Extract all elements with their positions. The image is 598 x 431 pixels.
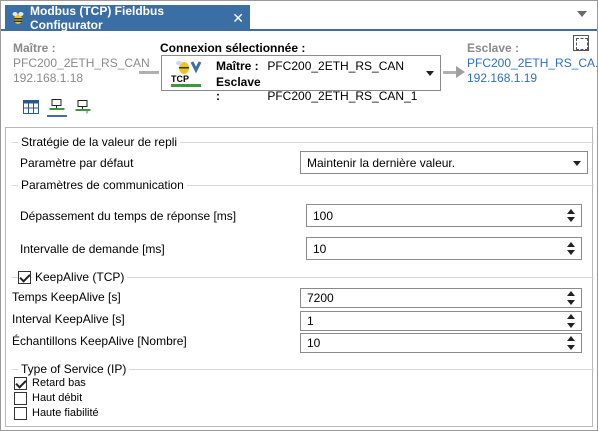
close-icon[interactable]: ✕ [232, 10, 244, 27]
slave-name[interactable]: PFC200_2ETH_RS_CA... [467, 56, 598, 71]
keepalive-time-value: 7200 [307, 291, 334, 305]
tos-low-delay-checkbox[interactable] [14, 377, 27, 390]
view-switcher [21, 97, 93, 117]
tos-low-delay-label: Retard bas [32, 377, 86, 389]
tcp-icon-text: TCP [171, 74, 189, 84]
fallback-title: Stratégie de la valeur de repli [18, 135, 181, 149]
interval-stepper[interactable]: 10 [306, 237, 582, 260]
chevron-down-icon[interactable] [426, 71, 434, 76]
spin-down-icon[interactable] [567, 300, 575, 305]
timeout-stepper[interactable]: 100 [306, 204, 582, 227]
tos-high-reliability-label: Haute fiabilité [32, 407, 99, 419]
tcp-connection-icon: TCP [171, 61, 202, 87]
selected-connection-label: Connexion sélectionnée : [160, 41, 306, 55]
selected-slave-key: Esclave : [216, 75, 261, 103]
keepalive-samples-value: 10 [307, 336, 321, 350]
communication-title: Paramètres de communication [18, 178, 187, 192]
spin-down-icon[interactable] [567, 217, 575, 222]
master-info: Maître : PFC200_2ETH_RS_CAN 192.168.1.18 [13, 41, 150, 86]
default-param-label: Paramètre par défaut [20, 156, 134, 170]
configurator-window: Modbus (TCP) Fieldbus Configurator ✕ Maî… [0, 0, 598, 431]
default-param-select[interactable]: Maintenir la dernière valeur. [300, 151, 588, 174]
selected-master-key: Maître : [216, 59, 259, 73]
tab-strip: Modbus (TCP) Fieldbus Configurator ✕ [1, 1, 597, 32]
interval-value: 10 [313, 241, 327, 256]
spin-up-icon[interactable] [567, 242, 575, 247]
connection-header: Maître : PFC200_2ETH_RS_CAN 192.168.1.18… [1, 33, 598, 129]
spin-up-icon[interactable] [567, 336, 575, 341]
connector-line-right [443, 71, 457, 74]
timeout-label: Dépassement du temps de réponse [ms] [20, 209, 237, 223]
master-name: PFC200_2ETH_RS_CAN [13, 56, 150, 70]
connection-selector[interactable]: TCP Maître : PFC200_2ETH_RS_CAN Esclave … [161, 55, 441, 103]
keepalive-title: KeepAlive (TCP) [32, 270, 128, 284]
spin-down-icon[interactable] [567, 250, 575, 255]
keepalive-interval-label: Interval KeepAlive [s] [12, 312, 125, 326]
keepalive-interval-value: 1 [307, 314, 314, 328]
arrow-right-icon [456, 66, 465, 78]
keepalive-checkbox[interactable] [18, 271, 31, 284]
tos-group: Type of Service (IP) [12, 362, 594, 425]
interval-label: Intervalle de demande [ms] [20, 242, 165, 256]
spin-up-icon[interactable] [567, 291, 575, 296]
tab-menu-chevron-icon[interactable] [577, 11, 587, 17]
tos-high-throughput-label: Haut débit [32, 392, 83, 404]
selected-master-row: Maître : PFC200_2ETH_RS_CAN [216, 59, 404, 73]
selected-master-value: PFC200_2ETH_RS_CAN [267, 59, 405, 73]
keepalive-samples-stepper[interactable]: 10 [300, 333, 582, 353]
table-view-icon[interactable] [21, 97, 41, 117]
connection-settings-view-icon[interactable] [47, 97, 67, 117]
tos-high-throughput-checkbox[interactable] [14, 392, 27, 405]
chevron-down-icon[interactable] [573, 161, 581, 166]
tab-title: Modbus (TCP) Fieldbus Configurator [30, 4, 164, 32]
keepalive-time-stepper[interactable]: 7200 [300, 288, 582, 308]
tos-high-reliability-checkbox[interactable] [14, 407, 27, 420]
default-param-value: Maintenir la dernière valeur. [307, 155, 456, 170]
timeout-value: 100 [313, 208, 334, 223]
keepalive-interval-stepper[interactable]: 1 [300, 311, 582, 331]
keepalive-samples-label: Échantillons KeepAlive [Nombre] [12, 334, 187, 348]
selected-slave-row: Esclave : PFC200_2ETH_RS_CAN_1 [216, 75, 417, 103]
maximize-icon[interactable] [573, 35, 589, 51]
settings-panel: Stratégie de la valeur de repli Paramètr… [5, 127, 594, 427]
slave-ip[interactable]: 192.168.1.19 [467, 71, 598, 86]
spin-up-icon[interactable] [567, 314, 575, 319]
keepalive-time-label: Temps KeepAlive [s] [12, 290, 121, 304]
bee-icon [12, 12, 24, 24]
spin-up-icon[interactable] [567, 209, 575, 214]
master-label: Maître : [13, 41, 56, 55]
connector-line-left [139, 71, 159, 74]
selected-slave-value: PFC200_2ETH_RS_CAN_1 [267, 89, 418, 103]
master-ip: 192.168.1.18 [13, 71, 84, 85]
spin-down-icon[interactable] [567, 345, 575, 350]
spin-down-icon[interactable] [567, 323, 575, 328]
network-view-icon[interactable] [73, 97, 93, 117]
tos-title: Type of Service (IP) [18, 362, 130, 376]
tab-modbus-configurator[interactable]: Modbus (TCP) Fieldbus Configurator ✕ [5, 4, 250, 32]
